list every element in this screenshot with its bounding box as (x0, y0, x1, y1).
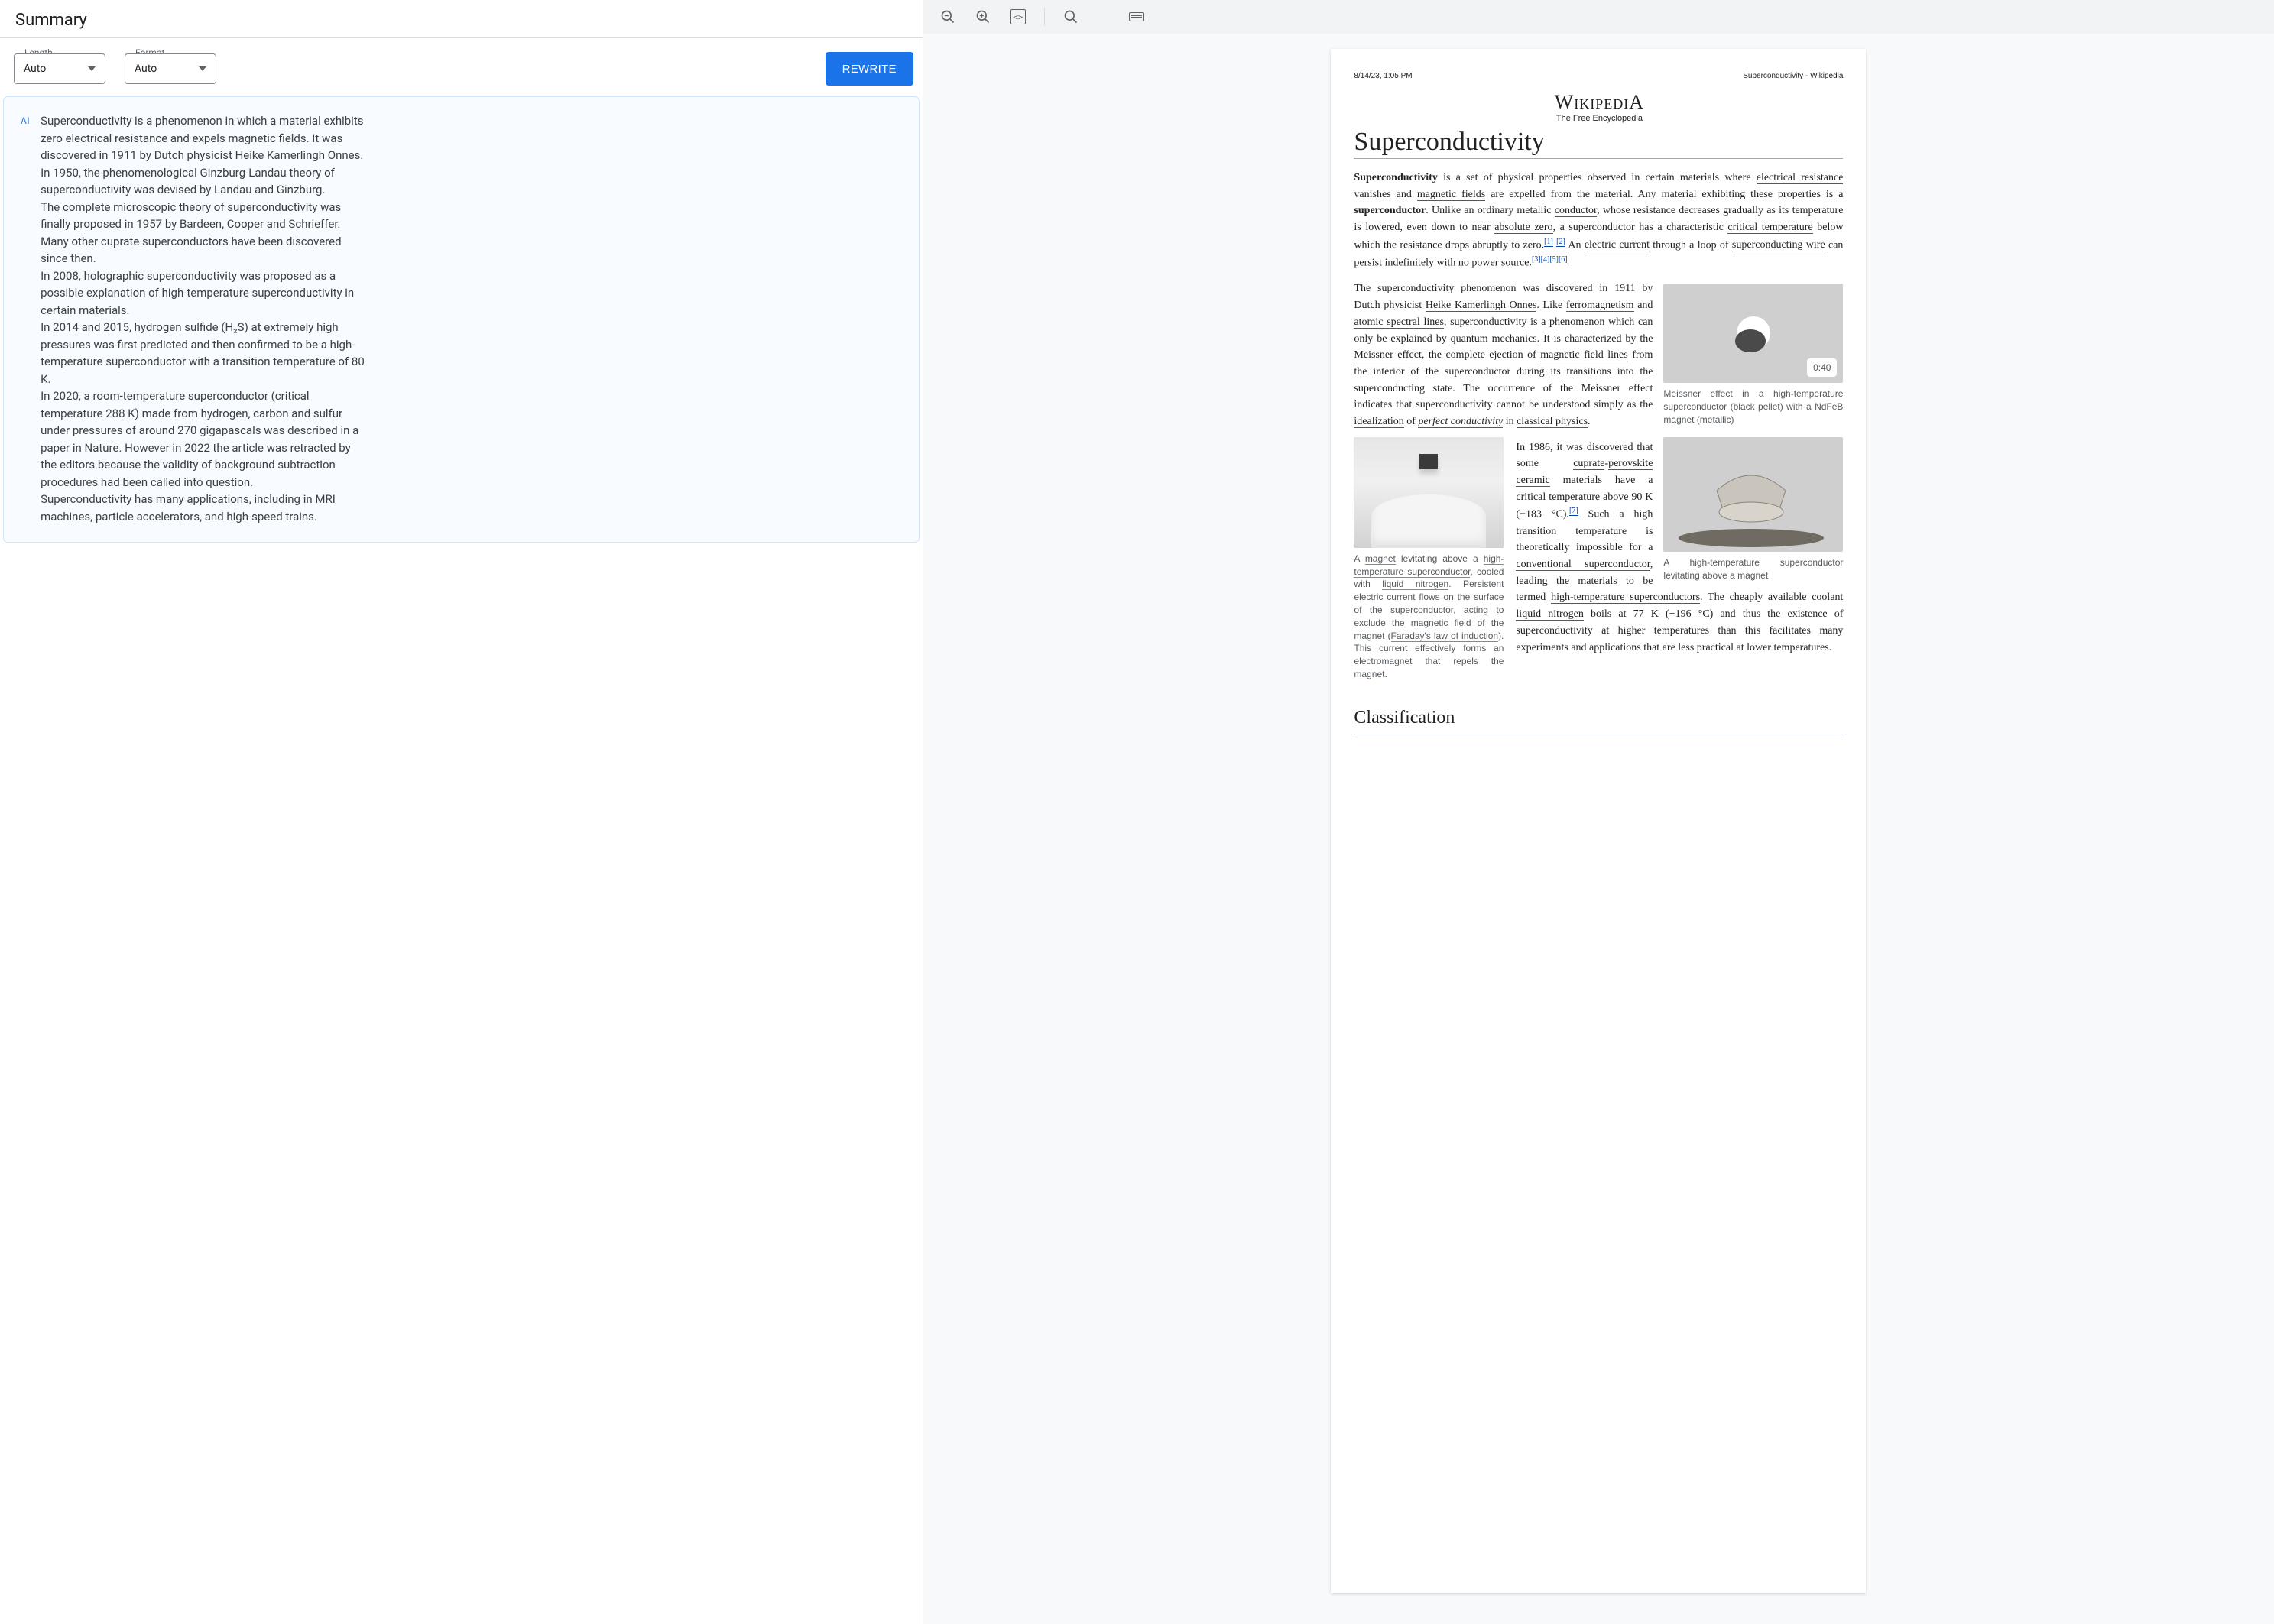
zoom-in-icon[interactable] (969, 3, 997, 31)
figure-image[interactable] (1663, 437, 1843, 552)
summary-body: AI Superconductivity is a phenomenon in … (3, 96, 920, 543)
format-value[interactable]: Auto (125, 53, 216, 84)
page-meta: 8/14/23, 1:05 PM Superconductivity - Wik… (1354, 72, 1843, 80)
controls-row: Length Auto Format Auto REWRITE (0, 38, 923, 96)
link-liquid-nitrogen-2[interactable]: liquid nitrogen (1516, 608, 1583, 621)
document-scroll[interactable]: 8/14/23, 1:05 PM Superconductivity - Wik… (923, 34, 2274, 1624)
link-liquid-nitrogen[interactable]: liquid nitrogen (1382, 579, 1448, 590)
search-icon[interactable] (1057, 3, 1085, 31)
summary-panel: Summary Length Auto Format Auto REWRITE … (0, 0, 923, 1624)
ai-chip: AI (21, 112, 30, 525)
zoom-out-icon[interactable] (934, 3, 962, 31)
link-quantum-mechanics[interactable]: quantum mechanics (1451, 333, 1537, 345)
ref-6[interactable]: [6] (1559, 255, 1568, 264)
link-electrical-resistance[interactable]: electrical resistance (1757, 172, 1844, 184)
ref-3[interactable]: [3] (1532, 255, 1541, 264)
figure-levitation: A high-temperature superconductor levita… (1663, 437, 1843, 582)
link-ferromagnetism[interactable]: ferromagnetism (1566, 300, 1634, 312)
article-title: Superconductivity (1354, 128, 1843, 159)
wikipedia-logo: WikipediA The Free Encyclopedia (1355, 91, 1843, 123)
figure-image[interactable] (1354, 437, 1504, 548)
link-high-temp-superconductors[interactable]: high-temperature superconductors (1551, 592, 1700, 604)
ref-5[interactable]: [5] (1549, 255, 1559, 264)
link-perovskite[interactable]: perovskite (1608, 458, 1653, 470)
term-bold: superconductor (1354, 205, 1426, 216)
pellet-graphic (1735, 329, 1766, 352)
link-ceramic[interactable]: ceramic (1516, 475, 1549, 487)
video-thumbnail[interactable]: 0:40 (1663, 284, 1843, 383)
link-kamerlingh-onnes[interactable]: Heike Kamerlingh Onnes (1426, 300, 1536, 312)
link-conductor[interactable]: conductor (1555, 205, 1597, 217)
ref-1[interactable]: [1] (1544, 238, 1553, 247)
link-magnetic-field-lines[interactable]: magnetic field lines (1540, 349, 1627, 361)
link-electric-current[interactable]: electric current (1585, 239, 1650, 251)
rewrite-button[interactable]: REWRITE (826, 52, 913, 86)
link-critical-temperature[interactable]: critical temperature (1727, 222, 1812, 234)
link-meissner-effect[interactable]: Meissner effect (1354, 349, 1421, 361)
length-select[interactable]: Length Auto (14, 53, 105, 84)
link-absolute-zero[interactable]: absolute zero (1494, 222, 1552, 234)
article-body: Superconductivity is a set of physical p… (1354, 170, 1843, 734)
link-magnetic-fields[interactable]: magnetic fields (1417, 189, 1485, 201)
section-classification: Classification (1354, 704, 1843, 734)
summary-text: Superconductivity is a phenomenon in whi… (41, 112, 369, 525)
format-select[interactable]: Format Auto (125, 53, 216, 84)
link-idealization[interactable]: idealization (1354, 416, 1403, 428)
term-bold: Superconductivity (1354, 172, 1437, 183)
figure-video-meissner: 0:40 Meissner effect in a high-temperatu… (1663, 284, 1843, 426)
link-magnet[interactable]: magnet (1365, 553, 1396, 565)
video-duration: 0:40 (1807, 358, 1837, 378)
keyboard-icon[interactable] (1123, 3, 1150, 31)
link-cuprate[interactable]: cuprate (1573, 458, 1604, 470)
link-superconducting-wire[interactable]: superconducting wire (1732, 239, 1825, 251)
figure-caption: Meissner effect in a high-temperature su… (1663, 387, 1843, 426)
link-faraday-law[interactable]: Faraday's law of induction (1391, 630, 1499, 642)
page-timestamp: 8/14/23, 1:05 PM (1354, 72, 1412, 80)
intro-paragraph-1: Superconductivity is a set of physical p… (1354, 170, 1843, 271)
length-value[interactable]: Auto (14, 53, 105, 84)
figure-magnet-levitating: A magnet levitating above a high-tempera… (1354, 437, 1504, 681)
toolbar-separator (1044, 8, 1045, 26)
figure-caption: A high-temperature superconductor levita… (1663, 556, 1843, 582)
document-page: 8/14/23, 1:05 PM Superconductivity - Wik… (1331, 49, 1866, 1593)
viewer-toolbar: <> (923, 0, 2274, 34)
logo-tagline: The Free Encyclopedia (1355, 114, 1843, 123)
page-header-title: Superconductivity - Wikipedia (1743, 72, 1843, 80)
summary-header: Summary (0, 0, 923, 38)
link-conventional-superconductor[interactable]: conventional superconductor (1516, 559, 1650, 571)
ref-2[interactable]: [2] (1556, 238, 1565, 247)
logo-wordmark: WikipediA (1355, 91, 1843, 114)
code-icon[interactable]: <> (1004, 3, 1032, 31)
link-perfect-conductivity[interactable]: perfect conductivity (1418, 416, 1503, 428)
panel-title: Summary (15, 11, 907, 30)
figure-caption: A magnet levitating above a high-tempera… (1354, 553, 1504, 681)
ref-7[interactable]: [7] (1569, 507, 1578, 516)
document-viewer: <> 8/14/23, 1:05 PM Superconductivity - … (923, 0, 2274, 1624)
ref-4[interactable]: [4] (1541, 255, 1550, 264)
link-classical-physics[interactable]: classical physics (1517, 416, 1588, 428)
link-atomic-spectral-lines[interactable]: atomic spectral lines (1354, 316, 1443, 329)
